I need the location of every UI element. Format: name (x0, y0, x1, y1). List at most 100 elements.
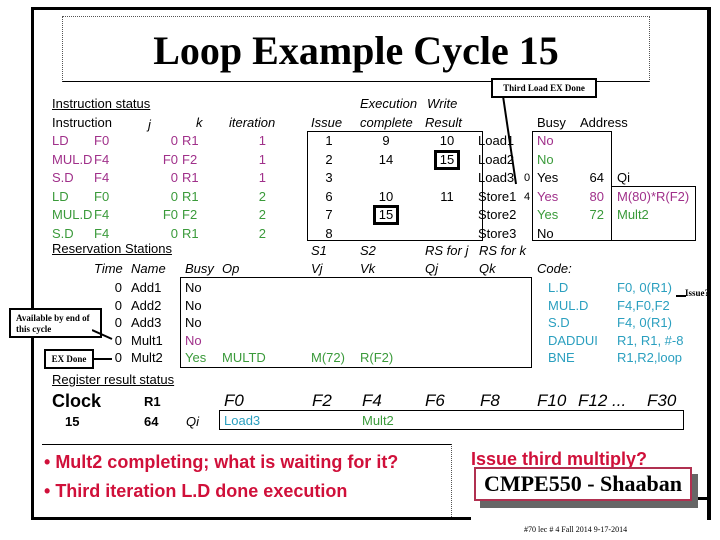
code-args: F0, 0(R1) (617, 280, 672, 295)
buffer-name: Load3 (478, 170, 515, 185)
instr-write: 10 (439, 133, 455, 148)
instr-iteration: 2 (258, 207, 266, 222)
instr-dest: F4 (94, 207, 110, 222)
col-rs-k: RS for k (479, 243, 526, 258)
code-op: S.D (548, 315, 570, 330)
instr-j: 0 (170, 170, 178, 185)
rs-name: Mult1 (131, 332, 163, 348)
note-text-1: Mult2 completing; what is waiting for it… (55, 452, 399, 472)
register-status-heading: Register result status (52, 372, 175, 387)
buffer-address: 64 (589, 170, 604, 185)
rs-name: Add3 (131, 315, 162, 330)
buffer-count: 0 (524, 172, 531, 184)
buffer-busy: No (537, 151, 554, 167)
qi-label: Qi (186, 414, 199, 429)
callout-available-pointer (92, 329, 113, 340)
rs-time: 0 (114, 280, 122, 295)
instr-issue: 8 (325, 225, 333, 241)
note-text-2: Third iteration L.D done execution (55, 481, 348, 501)
clock-value: 15 (65, 414, 80, 429)
instr-issue: 7 (325, 207, 333, 222)
instr-issue: 1 (325, 133, 333, 148)
rs-vk: R(F2) (360, 350, 394, 365)
col-time: Time (94, 261, 123, 276)
instr-j: F0 (162, 151, 178, 167)
col-busy: Busy (185, 261, 214, 276)
rs-vj: M(72) (311, 350, 345, 365)
buffer-busy: No (537, 133, 554, 148)
code-op: BNE (548, 350, 575, 365)
instr-op: LD (52, 133, 69, 148)
buffer-busy: Yes (537, 170, 559, 185)
instr-iteration: 2 (258, 225, 266, 241)
instr-dest: F0 (94, 133, 110, 148)
instr-op: LD (52, 188, 69, 204)
r1-label: R1 (144, 394, 161, 409)
rs-name: Mult2 (131, 350, 163, 365)
rs-op: MULTD (222, 350, 266, 365)
instr-k: R1 (182, 170, 199, 185)
instr-op: S.D (52, 225, 74, 241)
note-bullet-2: • Third iteration L.D done execution (44, 481, 348, 501)
instr-dest: F4 (94, 225, 110, 241)
code-heading: Code: (537, 261, 572, 276)
col-address: Address (580, 115, 628, 130)
brand-label: CMPE550 - Shaaban (474, 467, 692, 501)
buffer-busy: No (537, 225, 554, 241)
code-op: DADDUI (548, 332, 598, 348)
instr-op: MUL.D (52, 207, 93, 222)
buffer-qi: M(80)*R(F2) (617, 188, 690, 204)
buffer-qi: Mult2 (617, 207, 649, 222)
col-iteration: iteration (229, 115, 276, 130)
rs-name: Add1 (131, 280, 162, 295)
register-header: F8 (480, 391, 500, 410)
buffer-name: Store1 (478, 188, 517, 204)
instr-dest: F4 (94, 151, 110, 167)
code-args: R1, R1, #-8 (617, 332, 684, 348)
instr-j: F0 (162, 207, 178, 222)
code-args: F4, 0(R1) (617, 315, 672, 330)
col-busy-buffers: Busy (537, 115, 566, 130)
buffer-name: Load2 (478, 151, 515, 167)
buffer-name: Store2 (478, 207, 517, 222)
instr-iteration: 2 (258, 188, 266, 204)
instr-k: F2 (182, 151, 198, 167)
instr-j: 0 (170, 188, 178, 204)
register-header: F12 ... (578, 391, 627, 410)
register-header: F10 (537, 391, 567, 410)
note-bullet-1: • Mult2 completing; what is waiting for … (44, 452, 399, 472)
col-exec-top: Execution (360, 96, 418, 111)
instr-exec: 14 (378, 151, 394, 167)
instr-iteration: 1 (258, 151, 266, 167)
instr-k: R1 (182, 225, 199, 241)
col-s1: S1 (311, 243, 327, 258)
instr-exec: 15 (378, 207, 394, 222)
buffer-busy: Yes (537, 207, 559, 222)
col-vk: Vk (360, 261, 376, 276)
col-vj: Vj (311, 261, 323, 276)
col-exec-bottom: complete (360, 115, 413, 130)
instr-op: S.D (52, 170, 74, 185)
instr-j: 0 (170, 133, 178, 148)
instr-iteration: 1 (258, 170, 266, 185)
register-header: F30 (647, 391, 677, 410)
instr-write: 11 (440, 188, 454, 204)
register-header: F6 (425, 391, 445, 410)
instr-k: R1 (182, 188, 199, 204)
buffer-busy: Yes (537, 188, 559, 204)
instr-k: F2 (182, 207, 198, 222)
col-name: Name (131, 261, 166, 276)
rs-name: Add2 (131, 297, 162, 313)
title-box: Loop Example Cycle 15 (62, 16, 650, 82)
rs-time: 0 (114, 297, 122, 313)
rs-busy: No (185, 280, 202, 295)
rs-busy: No (185, 315, 202, 330)
page-title: Loop Example Cycle 15 (153, 28, 559, 73)
callout-third-load: Third Load EX Done (491, 78, 597, 98)
reg-f0-value: Load3 (224, 413, 261, 428)
register-header: F0 (224, 391, 244, 410)
instr-op: MUL.D (52, 151, 93, 167)
clock-label: Clock (52, 391, 102, 411)
code-args: R1,R2,loop (617, 350, 683, 365)
register-header: F2 (312, 391, 332, 410)
